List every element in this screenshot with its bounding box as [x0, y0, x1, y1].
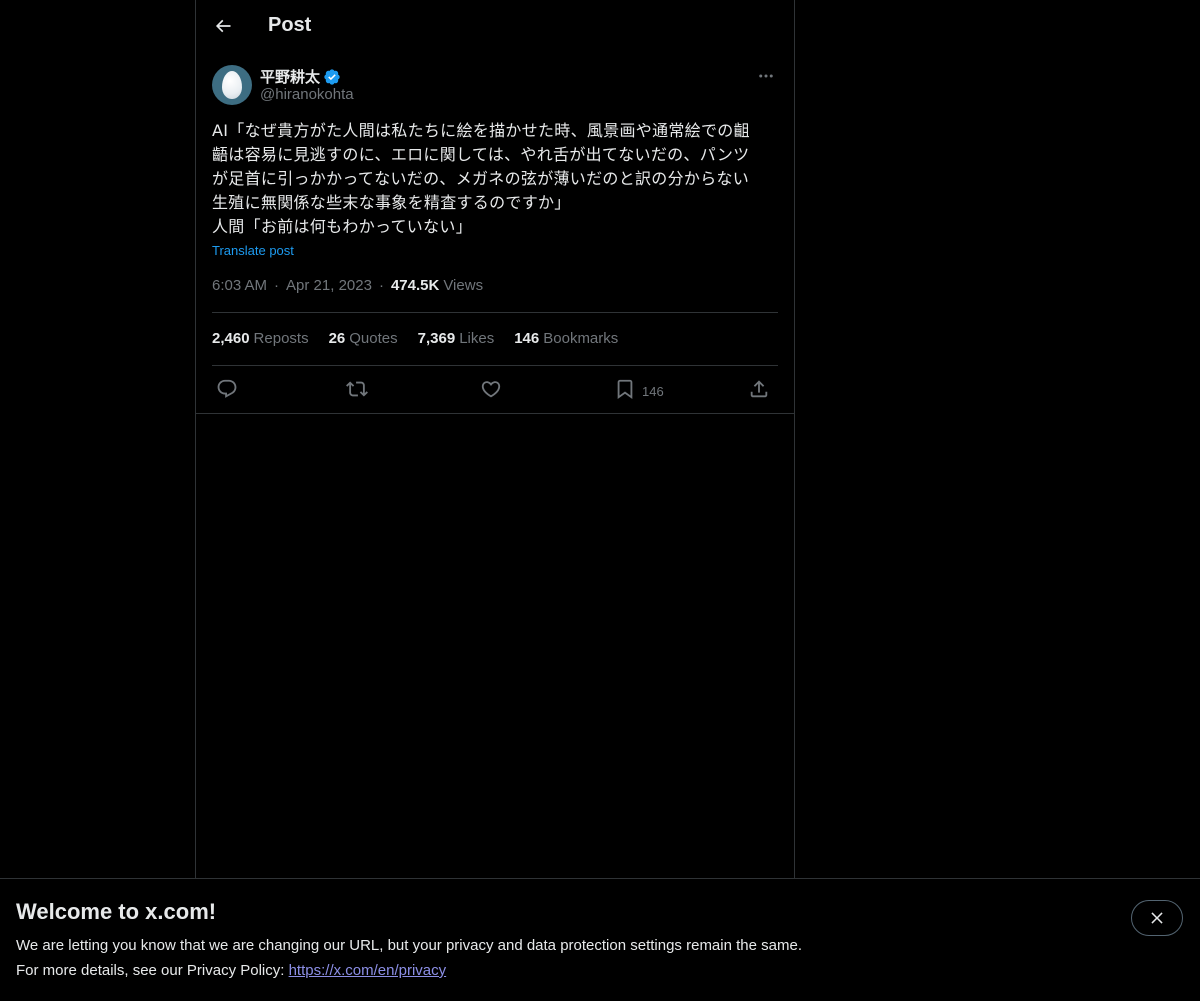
divider	[212, 312, 778, 313]
primary-column: Post 平野耕太 @hiranokohta AI「なぜ貴方がた人間は私たちに絵…	[195, 0, 795, 1000]
reply-button[interactable]	[216, 377, 238, 401]
heart-icon	[481, 381, 501, 398]
stat-quotes[interactable]: 26 Quotes	[329, 330, 398, 347]
author-display-name: 平野耕太	[260, 69, 321, 86]
views-label: Views	[443, 277, 484, 294]
share-icon	[750, 380, 768, 398]
meta-separator: ·	[274, 277, 280, 294]
post-bottom-border	[196, 413, 794, 414]
banner-policy-line: For more details, see our Privacy Policy…	[16, 962, 446, 979]
banner-message: We are letting you know that we are chan…	[16, 937, 802, 954]
stat-label: Quotes	[349, 330, 398, 347]
post-text: AI「なぜ貴方がた人間は私たちに絵を描かせた時、風景画や通常絵での齟 齬は容易に…	[212, 121, 750, 236]
stat-likes[interactable]: 7,369 Likes	[418, 330, 495, 347]
banner-title: Welcome to x.com!	[16, 899, 217, 924]
stat-bookmarks[interactable]: 146 Bookmarks	[514, 330, 618, 347]
stat-reposts[interactable]: 2,460 Reposts	[212, 330, 309, 347]
top-bar: Post	[196, 0, 794, 54]
more-options-button[interactable]	[754, 64, 778, 88]
reply-icon	[217, 379, 237, 398]
stat-count: 7,369	[417, 330, 456, 347]
banner-policy-prefix: For more details, see our Privacy Policy…	[16, 962, 289, 979]
bookmark-icon	[617, 379, 633, 400]
translate-post-link[interactable]: Translate post	[212, 243, 294, 258]
stat-count: 26	[328, 330, 346, 347]
author-handle[interactable]: @hiranokohta	[260, 86, 354, 103]
repost-button[interactable]	[346, 377, 368, 401]
stat-label: Likes	[459, 330, 495, 347]
privacy-policy-link[interactable]: https://x.com/en/privacy	[289, 962, 447, 979]
post-meta: 6:03 AM · Apr 21, 2023 · 474.5K Views	[212, 277, 483, 294]
divider	[212, 365, 778, 366]
arrow-left-icon	[215, 19, 231, 33]
verified-badge-icon	[324, 68, 340, 85]
like-button[interactable]	[480, 377, 502, 401]
more-horizontal-icon	[759, 74, 773, 78]
stat-label: Bookmarks	[543, 330, 619, 347]
avatar[interactable]	[212, 65, 252, 105]
close-banner-button[interactable]	[1131, 900, 1183, 936]
egg-avatar-image	[222, 71, 242, 99]
post-actions: 146	[212, 377, 778, 403]
repost-icon	[346, 381, 368, 397]
meta-separator: ·	[378, 277, 384, 294]
back-button[interactable]	[208, 11, 238, 41]
welcome-banner: Welcome to x.com! We are letting you kno…	[0, 878, 1200, 1001]
stat-label: Reposts	[253, 330, 309, 347]
stat-count: 2,460	[212, 330, 250, 347]
post-author: 平野耕太 @hiranokohta	[212, 64, 778, 108]
post-date[interactable]: Apr 21, 2023	[286, 277, 372, 294]
share-button[interactable]	[748, 377, 770, 401]
post-time[interactable]: 6:03 AM	[212, 277, 267, 294]
author-name-link[interactable]: 平野耕太	[260, 66, 341, 87]
views-count: 474.5K	[390, 277, 440, 294]
bookmark-count: 146	[642, 383, 664, 399]
close-icon	[1151, 912, 1163, 924]
post-stats: 2,460 Reposts 26 Quotes 7,369 Likes 146 Book…	[212, 330, 638, 347]
bookmark-button[interactable]: 146	[614, 377, 664, 401]
stat-count: 146	[514, 330, 540, 347]
page-title: Post	[268, 14, 312, 36]
